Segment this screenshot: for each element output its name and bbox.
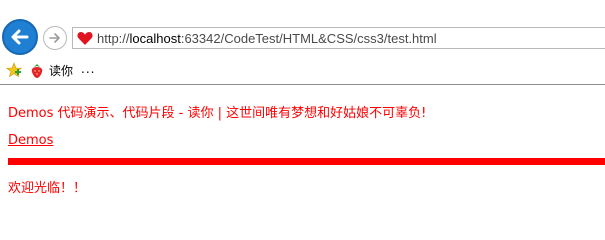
demos-link[interactable]: Demos: [8, 133, 53, 148]
back-button[interactable]: [2, 19, 38, 55]
favorites-star-icon[interactable]: [6, 62, 22, 78]
url-host: localhost: [129, 31, 181, 46]
favorites-more-button[interactable]: ...: [81, 62, 95, 76]
browser-toolbar: http://localhost:63342/CodeTest/HTML&CSS…: [0, 0, 605, 58]
back-arrow-icon: [11, 29, 29, 45]
red-divider-bar: [8, 158, 605, 165]
favorite-item-label: 读你: [49, 64, 74, 78]
page-heading: Demos 代码演示、代码片段 - 读你 | 这世间唯有梦想和好姑娘不可辜负!: [8, 106, 427, 121]
favorites-bar: 读你 ...: [0, 58, 605, 83]
heart-icon: [77, 32, 93, 45]
forward-button[interactable]: [43, 26, 67, 50]
url-path: :63342/CodeTest/HTML&CSS/css3/test.html: [180, 31, 437, 46]
address-url[interactable]: http://localhost:63342/CodeTest/HTML&CSS…: [97, 30, 437, 47]
url-prefix: http://: [97, 31, 130, 46]
page-content: Demos 代码演示、代码片段 - 读你 | 这世间唯有梦想和好姑娘不可辜负! …: [0, 85, 605, 215]
favorite-item-duni[interactable]: 读你: [30, 62, 73, 79]
welcome-text: 欢迎光临！！: [8, 181, 87, 196]
forward-arrow-icon: [49, 33, 60, 43]
strawberry-icon: [31, 63, 43, 78]
address-bar[interactable]: http://localhost:63342/CodeTest/HTML&CSS…: [72, 27, 605, 49]
